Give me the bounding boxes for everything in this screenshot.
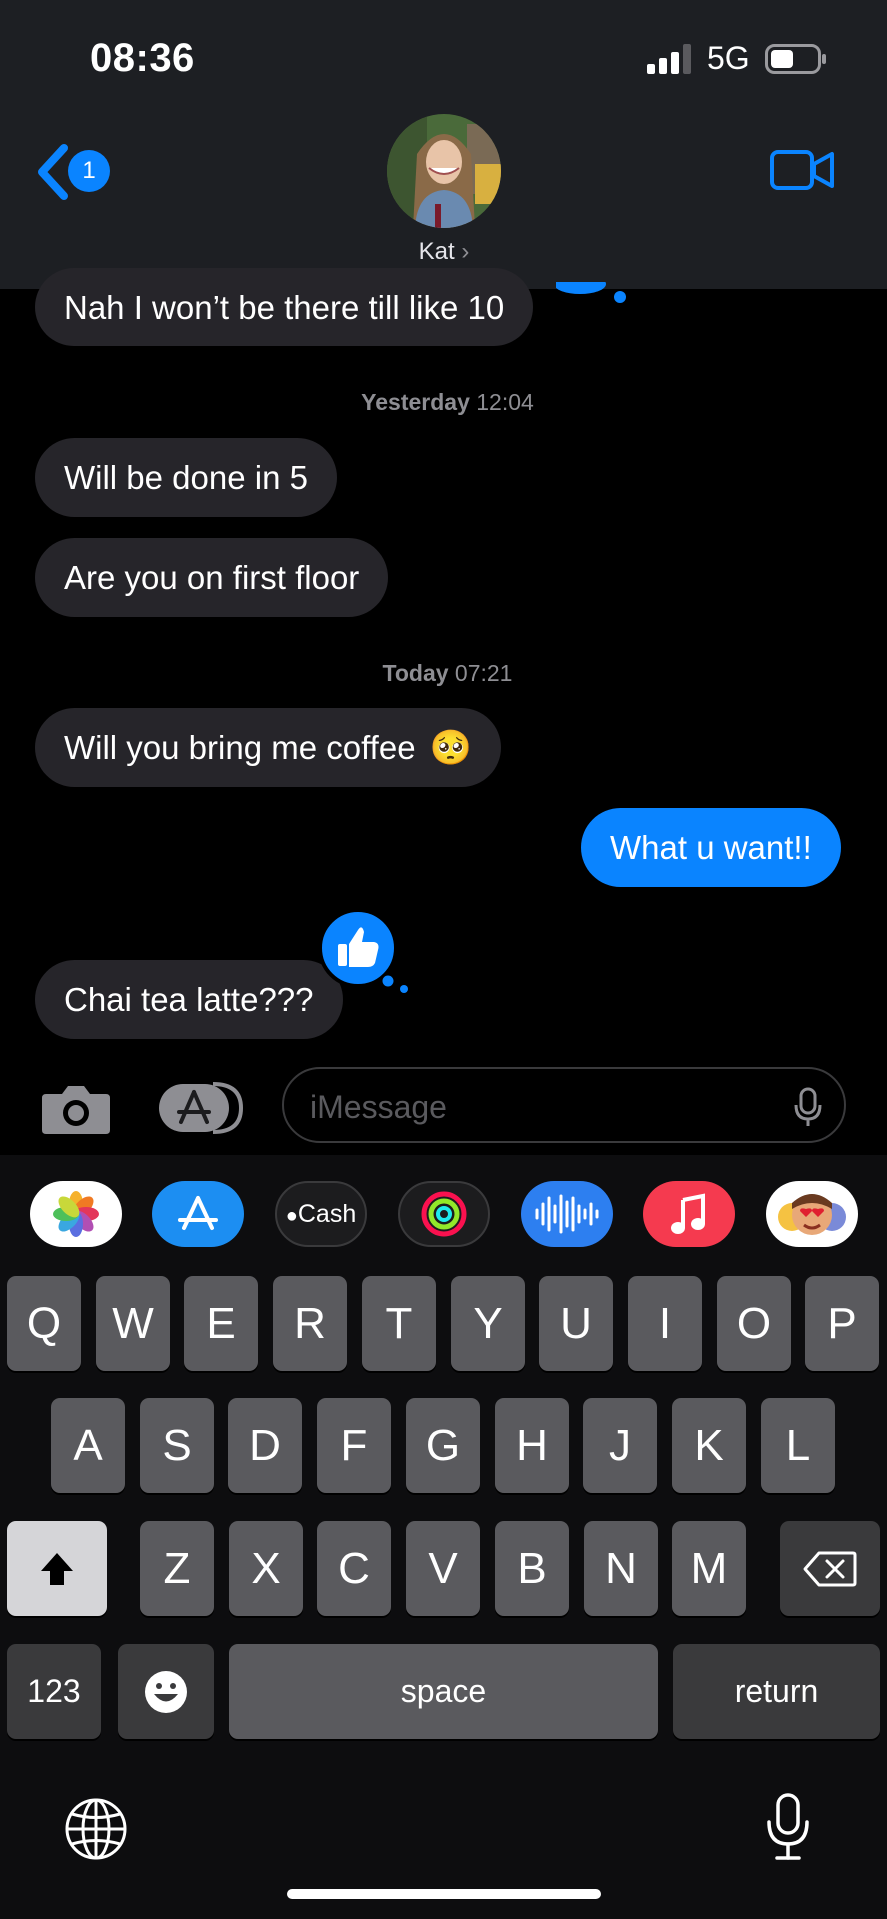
- reaction-bubble-partial: [556, 282, 626, 303]
- key-s[interactable]: S: [140, 1398, 214, 1493]
- contact-avatar[interactable]: [387, 114, 501, 228]
- home-indicator[interactable]: [287, 1889, 601, 1899]
- network-type: 5G: [707, 40, 750, 76]
- message-input-placeholder: iMessage: [310, 1089, 447, 1125]
- key-b[interactable]: B: [495, 1521, 569, 1616]
- key-y[interactable]: Y: [451, 1276, 525, 1371]
- dictation-mic-icon[interactable]: [793, 1087, 823, 1127]
- unread-badge[interactable]: 1: [68, 150, 110, 192]
- key-h[interactable]: H: [495, 1398, 569, 1493]
- activity-rings-glyph: [421, 1191, 467, 1237]
- globe-icon[interactable]: [64, 1797, 128, 1861]
- music-note-glyph: [671, 1193, 705, 1234]
- apple-cash-icon[interactable]: ●Cash: [275, 1181, 367, 1247]
- thumbs-up-icon[interactable]: [318, 908, 412, 994]
- shift-arrow-icon: [41, 1552, 73, 1585]
- pleading-face-emoji: 🥺: [429, 728, 472, 767]
- return-key[interactable]: return: [673, 1644, 880, 1739]
- key-a[interactable]: A: [51, 1398, 125, 1493]
- key-o[interactable]: O: [717, 1276, 791, 1371]
- timestamp: Yesterday 12:04: [361, 389, 534, 415]
- message-incoming[interactable]: Will be done in 5: [35, 438, 337, 517]
- key-i[interactable]: I: [628, 1276, 702, 1371]
- space-key[interactable]: space: [229, 1644, 658, 1739]
- message-outgoing[interactable]: What u want!!: [581, 808, 841, 887]
- apple-cash-label: ●Cash: [285, 1199, 357, 1228]
- app-store-icon[interactable]: [152, 1181, 244, 1247]
- memoji-glyph: [778, 1194, 846, 1235]
- key-w[interactable]: W: [96, 1276, 170, 1371]
- key-n[interactable]: N: [584, 1521, 658, 1616]
- key-r[interactable]: R: [273, 1276, 347, 1371]
- message-text: Nah I won’t be there till like 10: [64, 288, 505, 326]
- key-t[interactable]: T: [362, 1276, 436, 1371]
- emoji-key[interactable]: [118, 1644, 214, 1739]
- photos-flower-icon: [53, 1191, 99, 1237]
- facetime-video-icon[interactable]: [770, 148, 834, 192]
- key-j[interactable]: J: [583, 1398, 657, 1493]
- key-z[interactable]: Z: [140, 1521, 214, 1616]
- contact-name[interactable]: Kat ›: [380, 238, 508, 266]
- contact-name-label: Kat: [418, 238, 455, 265]
- backspace-icon: [803, 1551, 857, 1586]
- key-v[interactable]: V: [406, 1521, 480, 1616]
- battery-icon: [765, 44, 826, 74]
- backspace-key[interactable]: [780, 1521, 880, 1616]
- contact-chevron-icon: ›: [461, 238, 470, 265]
- activity-rings-icon[interactable]: [398, 1181, 490, 1247]
- message-incoming[interactable]: Are you on first floor: [35, 538, 389, 617]
- message-incoming[interactable]: Nah I won’t be there till like 10: [35, 268, 534, 346]
- waveform-glyph: [535, 1194, 599, 1234]
- audio-message-icon[interactable]: [521, 1181, 613, 1247]
- key-q[interactable]: Q: [7, 1276, 81, 1371]
- key-f[interactable]: F: [317, 1398, 391, 1493]
- numbers-key[interactable]: 123: [7, 1644, 101, 1739]
- message-text: Will be done in 5: [64, 459, 308, 496]
- key-e[interactable]: E: [184, 1276, 258, 1371]
- key-d[interactable]: D: [228, 1398, 302, 1493]
- app-store-drawer-icon[interactable]: [157, 1080, 243, 1136]
- emoji-icon: [145, 1670, 187, 1713]
- message-incoming[interactable]: Chai tea latte???: [35, 960, 343, 1039]
- key-u[interactable]: U: [539, 1276, 613, 1371]
- status-time: 08:36: [90, 36, 195, 80]
- key-g[interactable]: G: [406, 1398, 480, 1493]
- message-text: Are you on first floor: [64, 559, 360, 596]
- message-text: Will you bring me coffee: [64, 729, 416, 766]
- key-c[interactable]: C: [317, 1521, 391, 1616]
- app-store-glyph: [178, 1196, 218, 1230]
- memoji-icon[interactable]: [766, 1181, 858, 1247]
- camera-icon[interactable]: [40, 1080, 112, 1136]
- timestamp: Today 07:21: [382, 660, 513, 686]
- message-incoming[interactable]: Will you bring me coffee 🥺: [35, 708, 501, 787]
- key-l[interactable]: L: [761, 1398, 835, 1493]
- cellular-signal-icon: [647, 44, 691, 74]
- keyboard-dictation-mic-icon[interactable]: [765, 1792, 811, 1862]
- message-text: Chai tea latte???: [64, 981, 314, 1018]
- key-p[interactable]: P: [805, 1276, 879, 1371]
- photos-app-icon[interactable]: [30, 1181, 122, 1247]
- shift-key[interactable]: [7, 1521, 107, 1616]
- message-text: What u want!!: [610, 829, 812, 866]
- avatar-photo: [387, 114, 501, 228]
- key-m[interactable]: M: [672, 1521, 746, 1616]
- music-app-icon[interactable]: [643, 1181, 735, 1247]
- key-x[interactable]: X: [229, 1521, 303, 1616]
- key-k[interactable]: K: [672, 1398, 746, 1493]
